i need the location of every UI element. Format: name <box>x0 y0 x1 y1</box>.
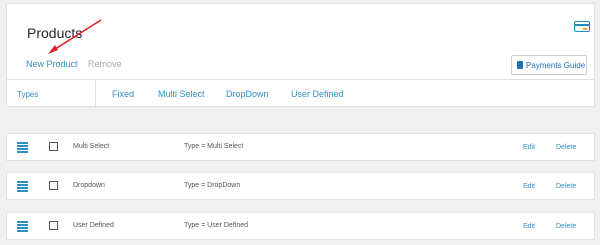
new-product-link[interactable]: New Product <box>26 59 78 69</box>
drag-handle-icon[interactable] <box>17 142 28 153</box>
edit-link[interactable]: Edit <box>523 223 535 230</box>
delete-link[interactable]: Delete <box>556 223 576 230</box>
row-checkbox[interactable] <box>49 142 58 151</box>
table-row: Multi Select Type = Multi Select Edit De… <box>6 133 595 161</box>
edit-link[interactable]: Edit <box>523 144 535 151</box>
products-panel: Products New Product Remove Payments Gui… <box>6 3 595 108</box>
remove-link[interactable]: Remove <box>88 59 122 69</box>
row-type: Type = DropDown <box>184 182 241 189</box>
drag-handle-icon[interactable] <box>17 221 28 232</box>
credit-card-icon <box>574 21 590 32</box>
row-checkbox[interactable] <box>49 181 58 190</box>
tab-user-defined[interactable]: User Defined <box>291 89 344 99</box>
page-title: Products <box>27 25 83 41</box>
table-row: Dropdown Type = DropDown Edit Delete <box>6 172 595 200</box>
payments-guide-label: Payments Guide <box>526 60 586 70</box>
row-name: Multi Select <box>73 143 110 150</box>
tab-dropdown[interactable]: DropDown <box>226 89 269 99</box>
row-name: User Defined <box>73 222 114 229</box>
row-type: Type = Multi Select <box>184 143 244 150</box>
delete-link[interactable]: Delete <box>556 144 576 151</box>
payments-guide-button[interactable]: Payments Guide <box>511 55 587 75</box>
delete-link[interactable]: Delete <box>556 183 576 190</box>
tab-types[interactable]: Types <box>17 90 38 99</box>
edit-link[interactable]: Edit <box>523 183 535 190</box>
row-type: Type = User Defined <box>184 222 249 229</box>
drag-handle-icon[interactable] <box>17 181 28 192</box>
tab-divider <box>95 80 96 108</box>
tab-multi-select[interactable]: Multi Select <box>158 89 205 99</box>
row-checkbox[interactable] <box>49 221 58 230</box>
tab-fixed[interactable]: Fixed <box>112 89 134 99</box>
book-icon <box>517 61 523 69</box>
types-tab-bar: Types Fixed Multi Select DropDown User D… <box>7 79 594 108</box>
table-row: User Defined Type = User Defined Edit De… <box>6 212 595 240</box>
row-name: Dropdown <box>73 182 105 189</box>
